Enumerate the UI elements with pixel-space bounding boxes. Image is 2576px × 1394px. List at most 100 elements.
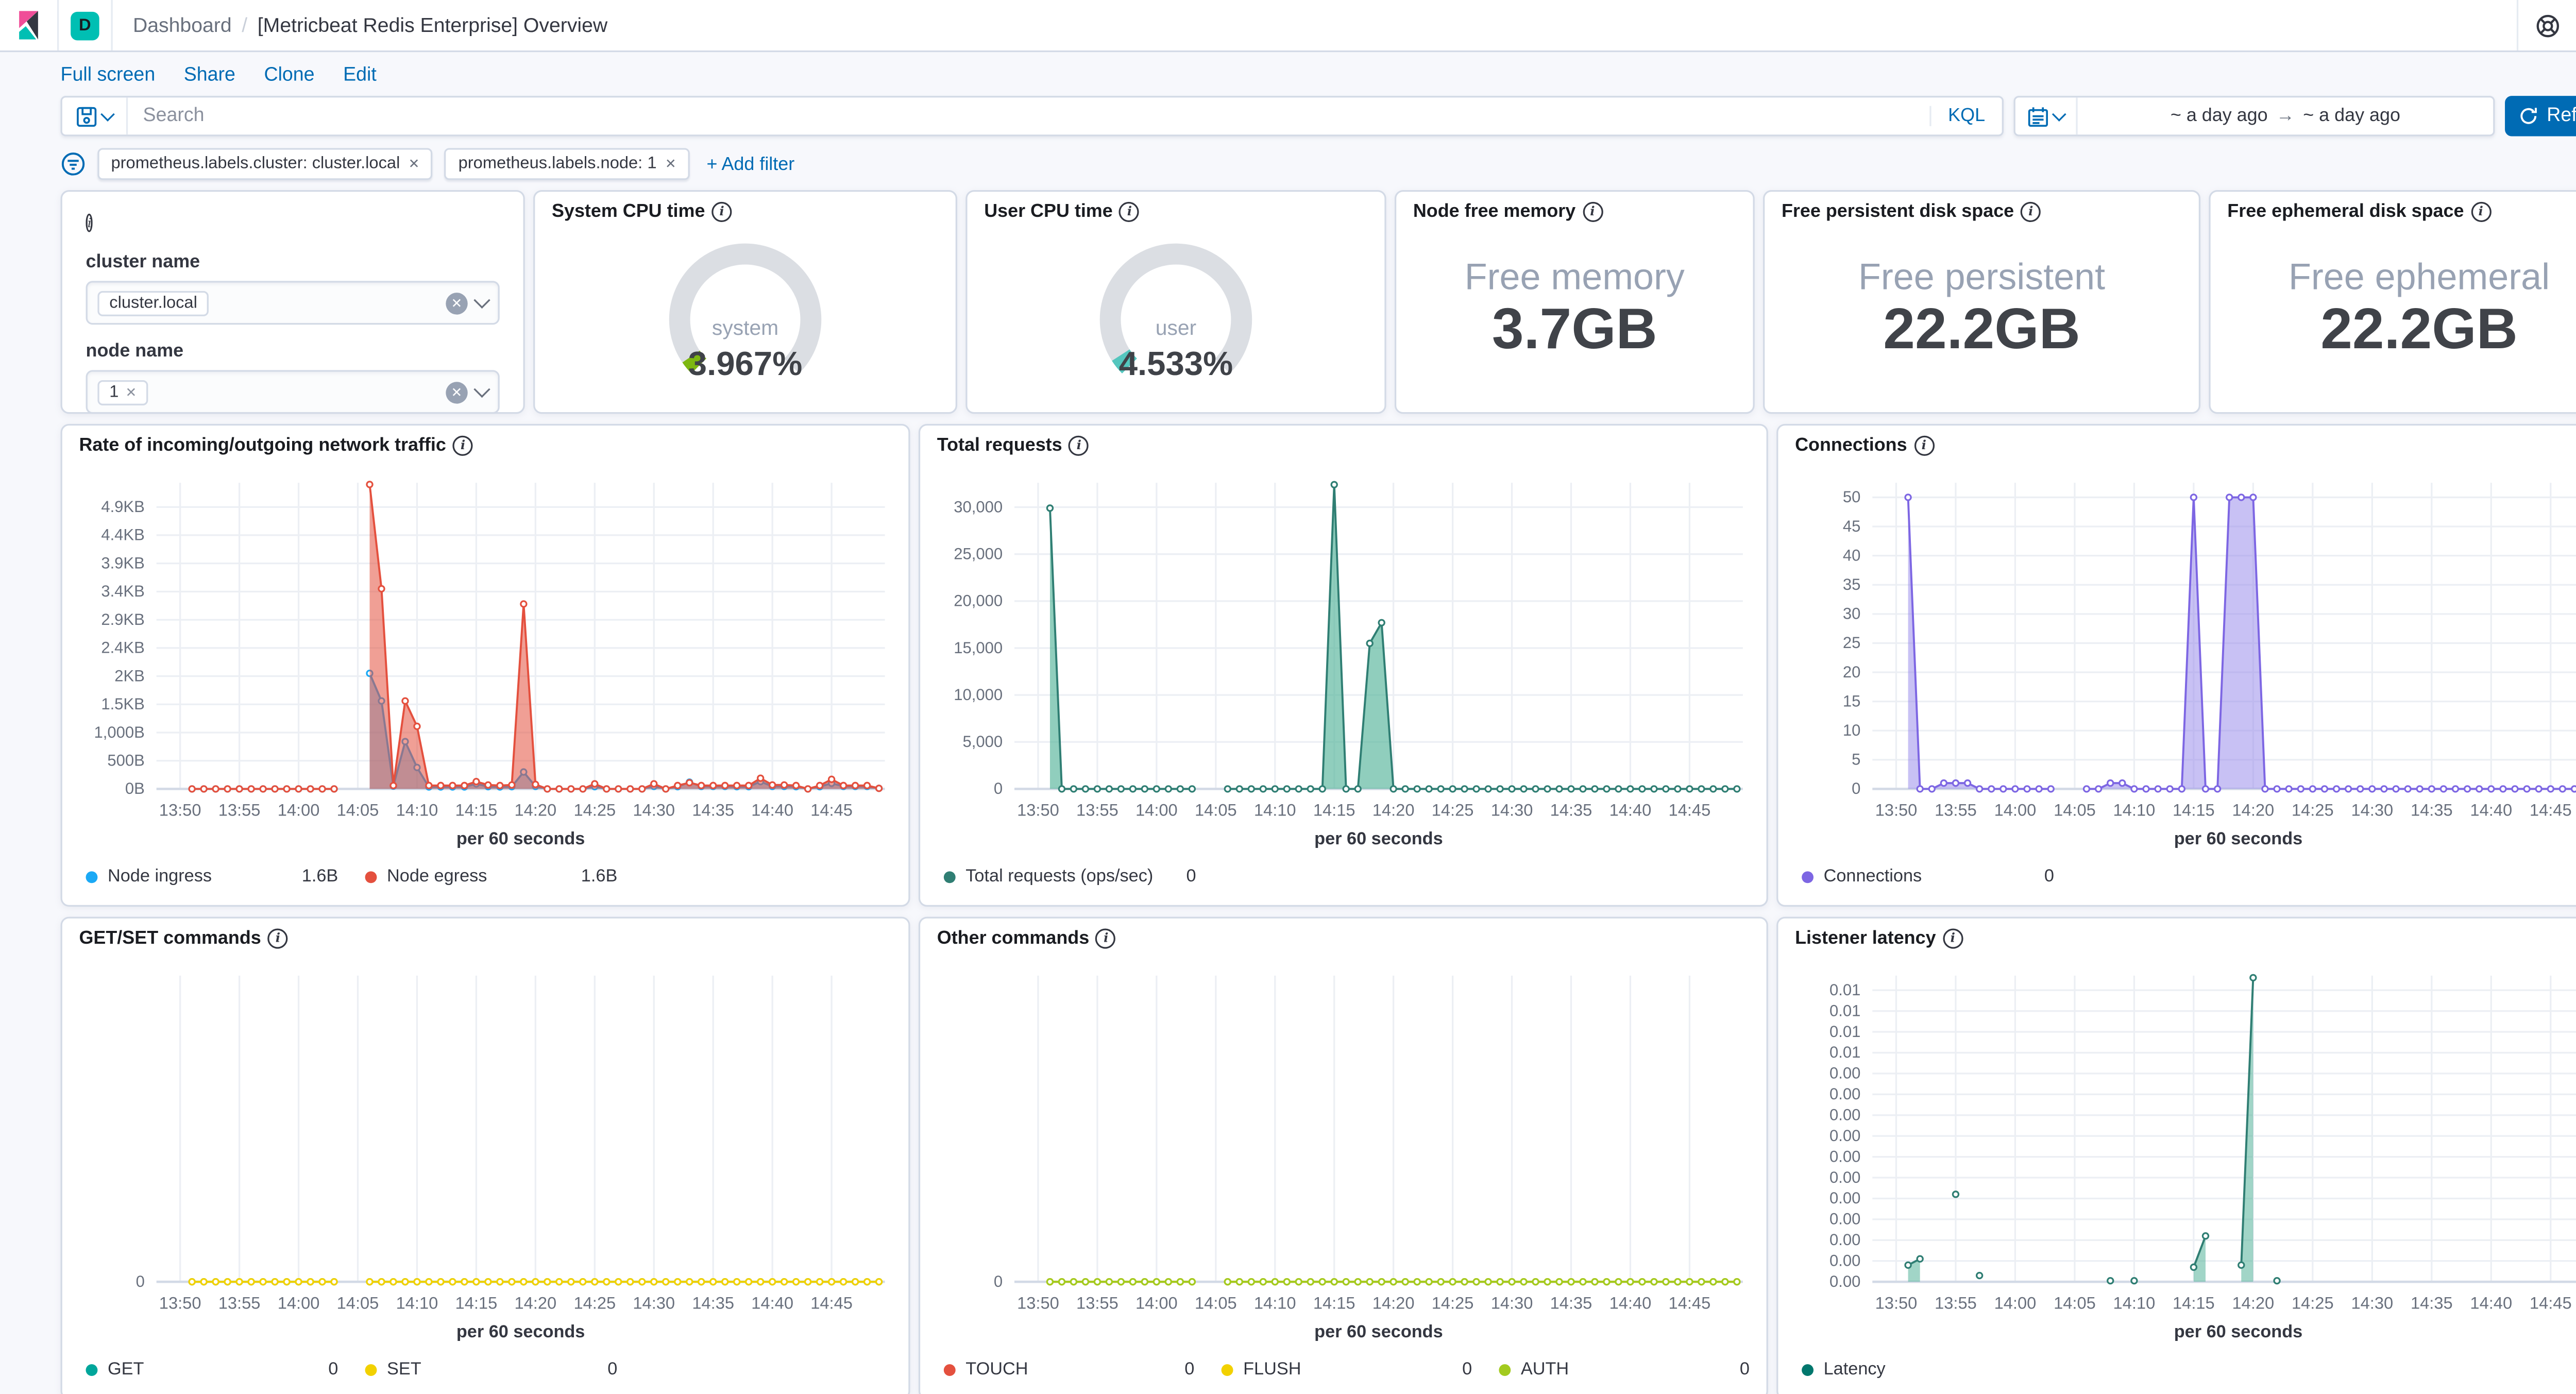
info-icon[interactable]: i — [1069, 436, 1089, 456]
info-icon[interactable]: i — [1914, 436, 1934, 456]
legend-item-connections[interactable]: Connections0 — [1802, 866, 2054, 887]
kql-button[interactable]: KQL — [1929, 106, 2002, 126]
svg-text:14:15: 14:15 — [2173, 801, 2215, 820]
legend-dot-icon — [86, 1364, 98, 1375]
legend-item-node-ingress[interactable]: Node ingress1.6B — [86, 866, 338, 887]
menu-share[interactable]: Share — [184, 65, 235, 86]
legend-item-set[interactable]: SET0 — [365, 1359, 618, 1379]
calendar-icon — [2027, 105, 2049, 127]
svg-text:40: 40 — [1843, 546, 1861, 564]
info-icon[interactable]: i — [453, 436, 473, 456]
calendar-button[interactable] — [2015, 97, 2078, 134]
svg-text:14:20: 14:20 — [2232, 801, 2275, 820]
svg-text:14:30: 14:30 — [633, 1293, 675, 1312]
legend-item-latency[interactable]: Latency — [1802, 1359, 1886, 1379]
svg-text:30: 30 — [1843, 605, 1861, 623]
svg-text:2.4KB: 2.4KB — [101, 639, 144, 657]
clear-selection-icon[interactable]: ✕ — [446, 292, 467, 314]
info-icon[interactable]: i — [712, 202, 732, 222]
metric-value: 22.2GB — [2320, 298, 2518, 364]
svg-text:0.00: 0.00 — [1829, 1127, 1860, 1145]
date-to: ~ a day ago — [2303, 106, 2400, 126]
svg-text:14:15: 14:15 — [1313, 801, 1355, 820]
svg-text:3.967%: 3.967% — [688, 345, 802, 382]
clear-selection-icon[interactable]: ✕ — [446, 381, 467, 403]
svg-text:14:15: 14:15 — [455, 801, 498, 820]
svg-text:per 60 seconds: per 60 seconds — [1314, 829, 1443, 848]
cluster-name-select[interactable]: cluster.local✕ ✕ — [86, 281, 500, 325]
filter-pill-cluster[interactable]: prometheus.labels.cluster: cluster.local… — [97, 148, 433, 180]
svg-text:13:50: 13:50 — [159, 1293, 201, 1312]
info-icon[interactable]: i — [1943, 928, 1963, 948]
svg-text:14:10: 14:10 — [2113, 1293, 2156, 1312]
info-icon[interactable]: i — [2471, 202, 2491, 222]
dashboard-menu: Full screen Share Clone Edit — [61, 65, 2576, 86]
svg-text:14:45: 14:45 — [2530, 1293, 2572, 1312]
space-badge[interactable]: D — [71, 11, 99, 40]
legend-value: 1.6B — [581, 866, 618, 887]
panel-connections: Connectionsi 0510152025303540455013:5013… — [1776, 424, 2576, 907]
svg-text:14:45: 14:45 — [1669, 801, 1711, 820]
info-icon[interactable]: i — [1096, 928, 1116, 948]
metric-value: 3.7GB — [1492, 298, 1657, 364]
svg-text:14:20: 14:20 — [515, 1293, 557, 1312]
svg-text:5: 5 — [1852, 751, 1860, 769]
help-icon — [2535, 12, 2561, 38]
search-input[interactable]: Search — [128, 106, 1929, 126]
info-icon[interactable]: i — [1120, 202, 1140, 222]
close-icon[interactable]: ✕ — [665, 157, 676, 172]
svg-text:15: 15 — [1843, 692, 1861, 710]
info-icon[interactable]: i — [86, 214, 93, 232]
kibana-logo-icon — [13, 10, 44, 41]
legend-item-get[interactable]: GET0 — [86, 1359, 338, 1379]
menu-clone[interactable]: Clone — [264, 65, 314, 86]
metric-value: 22.2GB — [1883, 298, 2080, 364]
menu-full-screen[interactable]: Full screen — [61, 65, 156, 86]
legend-item-flush[interactable]: FLUSH0 — [1222, 1359, 1472, 1379]
svg-text:0: 0 — [994, 779, 1003, 797]
filter-pill-node[interactable]: prometheus.labels.node: 1✕ — [445, 148, 690, 180]
svg-text:14:00: 14:00 — [1994, 1293, 2037, 1312]
legend-value: 0 — [607, 1359, 617, 1379]
chart-canvas: 05,00010,00015,00020,00025,00030,00013:5… — [920, 426, 1766, 905]
node-name-select[interactable]: 1✕ ✕ — [86, 370, 500, 414]
panel-node-free-memory: Node free memoryi Free memory 3.7GB — [1395, 190, 1755, 414]
svg-text:14:40: 14:40 — [751, 801, 793, 820]
add-filter-button[interactable]: + Add filter — [706, 154, 794, 174]
svg-text:4.9KB: 4.9KB — [101, 498, 144, 516]
svg-text:14:05: 14:05 — [2054, 801, 2096, 820]
legend-label: Node egress — [387, 866, 487, 887]
kibana-logo[interactable] — [0, 0, 59, 50]
svg-text:14:40: 14:40 — [1609, 1293, 1652, 1312]
kibana-dashboard-app: D Dashboard / [Metricbeat Redis Enterpri… — [0, 0, 2576, 1394]
save-icon — [76, 105, 97, 127]
panel-system-cpu-gauge: System CPU timei system3.967% — [533, 190, 957, 414]
refresh-button[interactable]: Refresh — [2505, 96, 2576, 136]
panel-total-requests: Total requestsi 05,00010,00015,00020,000… — [919, 424, 1768, 907]
breadcrumb-dashboard[interactable]: Dashboard — [133, 13, 232, 37]
svg-text:14:10: 14:10 — [396, 1293, 438, 1312]
info-icon[interactable]: i — [2021, 202, 2041, 222]
legend-item-total-requests-ops-sec-[interactable]: Total requests (ops/sec)0 — [944, 866, 1196, 887]
info-icon[interactable]: i — [268, 928, 288, 948]
svg-text:4.4KB: 4.4KB — [101, 526, 144, 544]
svg-text:13:50: 13:50 — [1017, 801, 1059, 820]
menu-edit[interactable]: Edit — [343, 65, 377, 86]
legend-dot-icon — [944, 871, 956, 882]
info-icon[interactable]: i — [1582, 202, 1602, 222]
svg-text:14:25: 14:25 — [2292, 1293, 2334, 1312]
legend-item-node-egress[interactable]: Node egress 1.6B — [365, 866, 618, 887]
svg-text:14:30: 14:30 — [2351, 801, 2393, 820]
filter-icon[interactable] — [61, 151, 86, 177]
remove-option-icon[interactable]: ✕ — [125, 384, 137, 399]
svg-text:14:35: 14:35 — [1550, 801, 1592, 820]
legend-item-touch[interactable]: TOUCH0 — [944, 1359, 1195, 1379]
date-range[interactable]: ~ a day ago → ~ a day ago — [2078, 106, 2494, 126]
svg-text:14:35: 14:35 — [1550, 1293, 1592, 1312]
legend-item-auth[interactable]: AUTH0 — [1499, 1359, 1750, 1379]
connections-chart: 0510152025303540455013:5013:5514:0014:05… — [1778, 426, 2576, 905]
close-icon[interactable]: ✕ — [409, 157, 420, 172]
help-button[interactable] — [2517, 0, 2576, 50]
saved-query-button[interactable] — [62, 97, 128, 134]
gauge-canvas: user4.533% — [968, 192, 1385, 412]
